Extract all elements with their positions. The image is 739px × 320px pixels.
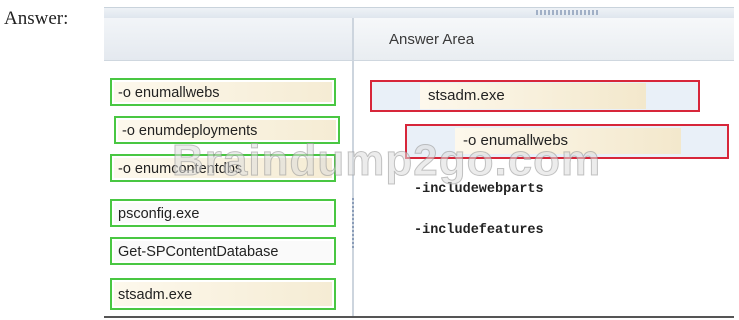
source-item-label: stsadm.exe [118,287,193,303]
answer-chip-enumallwebs[interactable]: -o enumallwebs [455,128,681,154]
panel-titlebar [104,8,734,18]
drag-drop-panel: Answer Area -o enumallwebs -o enumdeploy… [104,7,734,318]
answer-chip-label: stsadm.exe [428,87,505,104]
source-item-label: -o enumdeployments [122,123,258,139]
panel-bottom-border [104,316,734,318]
static-param-includewebparts: -includewebparts [414,182,544,197]
source-item-enumcontentdbs[interactable]: -o enumcontentdbs [110,154,336,182]
answer-chip-stsadm[interactable]: stsadm.exe [420,83,646,109]
static-param-includefeatures: -includefeatures [414,223,544,238]
answer-label: Answer: [4,8,69,29]
source-item-label: -o enumcontentdbs [118,161,243,177]
source-item-label: -o enumallwebs [118,85,220,101]
answer-chip-label: -o enumallwebs [463,132,569,149]
source-item-stsadm[interactable]: stsadm.exe [110,278,336,310]
panel-divider [352,18,354,318]
source-item-get-spcontentdatabase[interactable]: Get-SPContentDatabase [110,237,336,265]
answer-area-title: Answer Area [389,31,475,48]
source-panel-header [104,18,352,61]
source-item-psconfig[interactable]: psconfig.exe [110,199,336,227]
divider-scroll-grip[interactable] [352,198,354,248]
answer-area-header: Answer Area [354,18,734,61]
titlebar-grip[interactable] [536,10,598,15]
source-item-enumdeployments[interactable]: -o enumdeployments [114,116,340,144]
source-item-label: Get-SPContentDatabase [118,244,279,260]
source-item-label: psconfig.exe [118,206,200,222]
source-item-enumallwebs[interactable]: -o enumallwebs [110,78,336,106]
